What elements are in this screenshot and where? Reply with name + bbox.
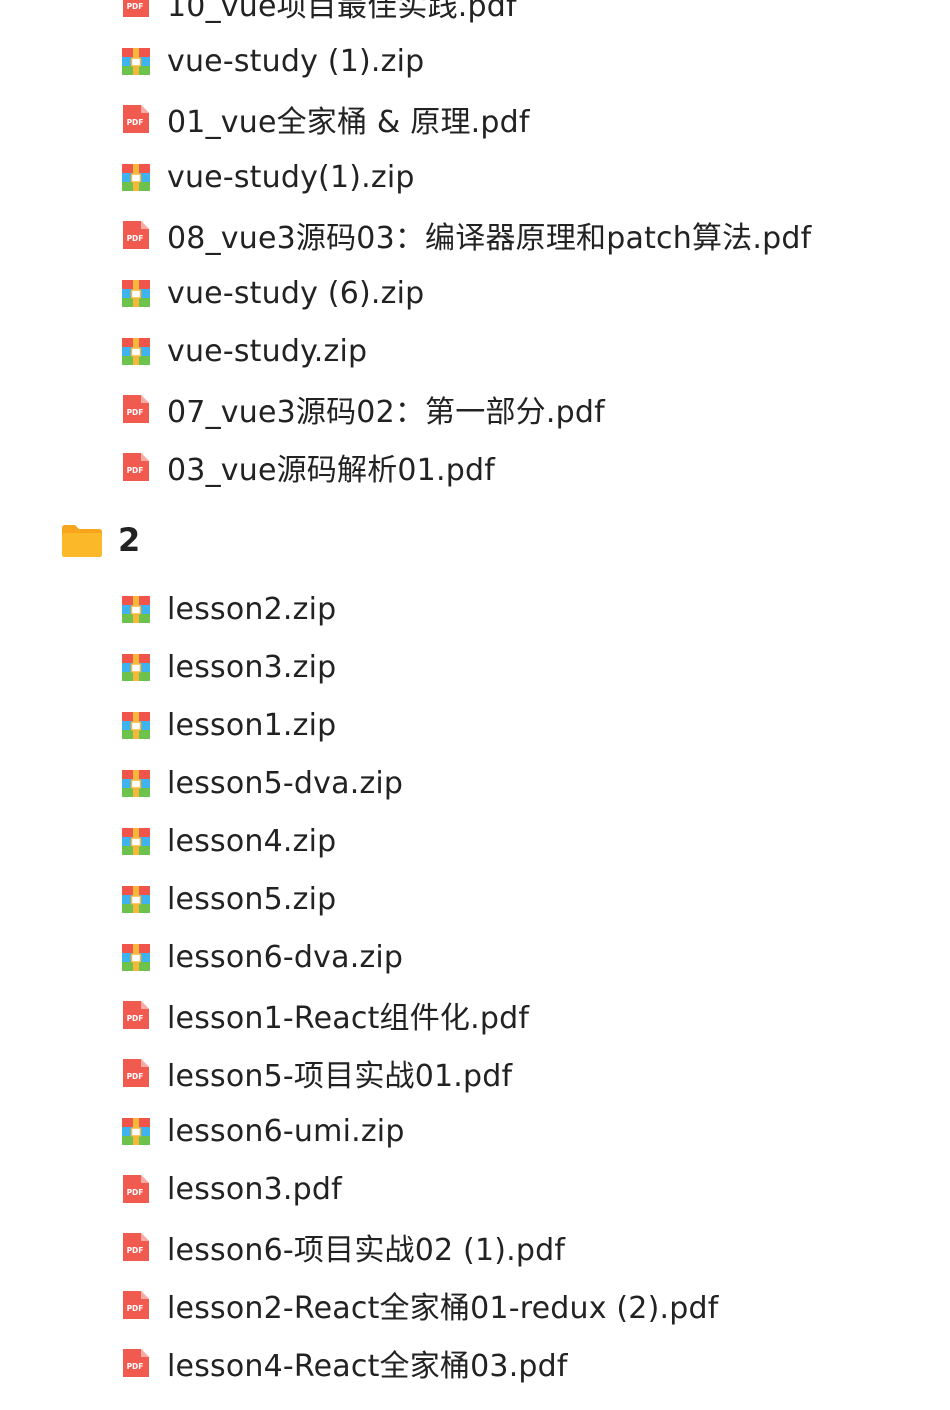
svg-text:PDF: PDF bbox=[127, 1188, 144, 1197]
pdf-file-icon: PDF bbox=[123, 1175, 149, 1203]
file-name: lesson5-项目实战01.pdf bbox=[167, 1059, 513, 1094]
zip-archive-icon bbox=[122, 280, 150, 307]
file-name: lesson3.pdf bbox=[167, 1171, 342, 1207]
file-name: 03_vue源码解析01.pdf bbox=[167, 453, 495, 488]
zip-file-item[interactable]: vue-study(1).zip bbox=[0, 148, 950, 206]
file-name: lesson5-dva.zip bbox=[167, 765, 404, 801]
svg-text:PDF: PDF bbox=[127, 1362, 144, 1371]
svg-text:PDF: PDF bbox=[127, 1304, 144, 1313]
file-name: lesson1-React组件化.pdf bbox=[167, 1001, 530, 1036]
file-name: lesson6-dva.zip bbox=[167, 939, 404, 975]
zip-archive-icon bbox=[122, 654, 150, 681]
svg-text:PDF: PDF bbox=[127, 234, 144, 243]
zip-archive-icon bbox=[122, 944, 150, 971]
file-name: lesson3.zip bbox=[167, 649, 337, 685]
zip-file-item[interactable]: lesson5.zip bbox=[0, 870, 950, 928]
svg-text:PDF: PDF bbox=[127, 1014, 144, 1023]
pdf-file-item[interactable]: PDF lesson2-React全家桶01-redux (2).pdf bbox=[0, 1276, 950, 1334]
zip-file-item[interactable]: lesson5-dva.zip bbox=[0, 754, 950, 812]
pdf-file-item[interactable]: PDF 07_vue3源码02：第一部分.pdf bbox=[0, 380, 950, 438]
zip-file-item[interactable]: lesson6-dva.zip bbox=[0, 928, 950, 986]
file-name: vue-study(1).zip bbox=[167, 159, 415, 195]
zip-archive-icon bbox=[122, 596, 150, 623]
zip-archive-icon bbox=[122, 712, 150, 739]
pdf-file-icon: PDF bbox=[123, 1059, 149, 1087]
file-name: lesson6-umi.zip bbox=[167, 1113, 405, 1149]
svg-text:PDF: PDF bbox=[127, 118, 144, 127]
file-name: 01_vue全家桶 & 原理.pdf bbox=[167, 105, 530, 140]
pdf-file-icon: PDF bbox=[123, 1233, 149, 1261]
folder-name: 2 bbox=[118, 521, 141, 559]
folder-row[interactable]: 2 bbox=[0, 496, 950, 580]
zip-file-item[interactable]: lesson1.zip bbox=[0, 696, 950, 754]
pdf-file-icon: PDF bbox=[123, 1349, 149, 1377]
svg-text:PDF: PDF bbox=[127, 408, 144, 417]
pdf-file-icon: PDF bbox=[123, 453, 149, 481]
pdf-file-icon: PDF bbox=[123, 1291, 149, 1319]
file-name: 08_vue3源码03：编译器原理和patch算法.pdf bbox=[167, 221, 812, 256]
file-name: lesson4-React全家桶03.pdf bbox=[167, 1349, 568, 1384]
file-name: 07_vue3源码02：第一部分.pdf bbox=[167, 395, 605, 430]
zip-archive-icon bbox=[122, 338, 150, 365]
file-name: lesson6-项目实战02 (1).pdf bbox=[167, 1233, 566, 1268]
folder-icon bbox=[62, 525, 102, 557]
pdf-file-item[interactable]: PDF lesson1-React组件化.pdf bbox=[0, 986, 950, 1044]
pdf-file-icon: PDF bbox=[123, 105, 149, 133]
zip-archive-icon bbox=[122, 164, 150, 191]
pdf-file-item[interactable]: PDF 08_vue3源码03：编译器原理和patch算法.pdf bbox=[0, 206, 950, 264]
file-name: vue-study.zip bbox=[167, 333, 368, 369]
pdf-file-item[interactable]: PDF 01_vue全家桶 & 原理.pdf bbox=[0, 90, 950, 148]
pdf-file-icon: PDF bbox=[123, 1001, 149, 1029]
zip-archive-icon bbox=[122, 886, 150, 913]
pdf-file-icon: PDF bbox=[123, 0, 149, 17]
file-name: lesson2-React全家桶01-redux (2).pdf bbox=[167, 1291, 719, 1326]
zip-file-item[interactable]: vue-study.zip bbox=[0, 322, 950, 380]
svg-text:PDF: PDF bbox=[127, 466, 144, 475]
file-name: vue-study (1).zip bbox=[167, 43, 425, 79]
file-name: lesson2.zip bbox=[167, 591, 337, 627]
svg-text:PDF: PDF bbox=[127, 1072, 144, 1081]
zip-file-item[interactable]: lesson2.zip bbox=[0, 580, 950, 638]
zip-archive-icon bbox=[122, 1118, 150, 1145]
zip-file-item[interactable]: lesson4.zip bbox=[0, 812, 950, 870]
pdf-file-item[interactable]: PDF 10_vue项目最佳实践.pdf bbox=[0, 0, 950, 32]
file-name: lesson5.zip bbox=[167, 881, 337, 917]
svg-text:PDF: PDF bbox=[127, 1246, 144, 1255]
file-name: 10_vue项目最佳实践.pdf bbox=[167, 0, 517, 24]
file-list: PDF 10_vue项目最佳实践.pdf vue-study (1).zip PDF 0… bbox=[0, 0, 950, 1392]
zip-file-item[interactable]: vue-study (6).zip bbox=[0, 264, 950, 322]
pdf-file-item[interactable]: PDF lesson4-React全家桶03.pdf bbox=[0, 1334, 950, 1392]
zip-archive-icon bbox=[122, 48, 150, 75]
svg-text:PDF: PDF bbox=[127, 2, 144, 11]
zip-file-item[interactable]: lesson6-umi.zip bbox=[0, 1102, 950, 1160]
file-name: vue-study (6).zip bbox=[167, 275, 425, 311]
pdf-file-item[interactable]: PDF 03_vue源码解析01.pdf bbox=[0, 438, 950, 496]
pdf-file-item[interactable]: PDF lesson6-项目实战02 (1).pdf bbox=[0, 1218, 950, 1276]
pdf-file-icon: PDF bbox=[123, 221, 149, 249]
zip-archive-icon bbox=[122, 770, 150, 797]
pdf-file-icon: PDF bbox=[123, 395, 149, 423]
zip-file-item[interactable]: vue-study (1).zip bbox=[0, 32, 950, 90]
pdf-file-item[interactable]: PDF lesson3.pdf bbox=[0, 1160, 950, 1218]
file-name: lesson4.zip bbox=[167, 823, 337, 859]
file-name: lesson1.zip bbox=[167, 707, 337, 743]
pdf-file-item[interactable]: PDF lesson5-项目实战01.pdf bbox=[0, 1044, 950, 1102]
zip-archive-icon bbox=[122, 828, 150, 855]
zip-file-item[interactable]: lesson3.zip bbox=[0, 638, 950, 696]
